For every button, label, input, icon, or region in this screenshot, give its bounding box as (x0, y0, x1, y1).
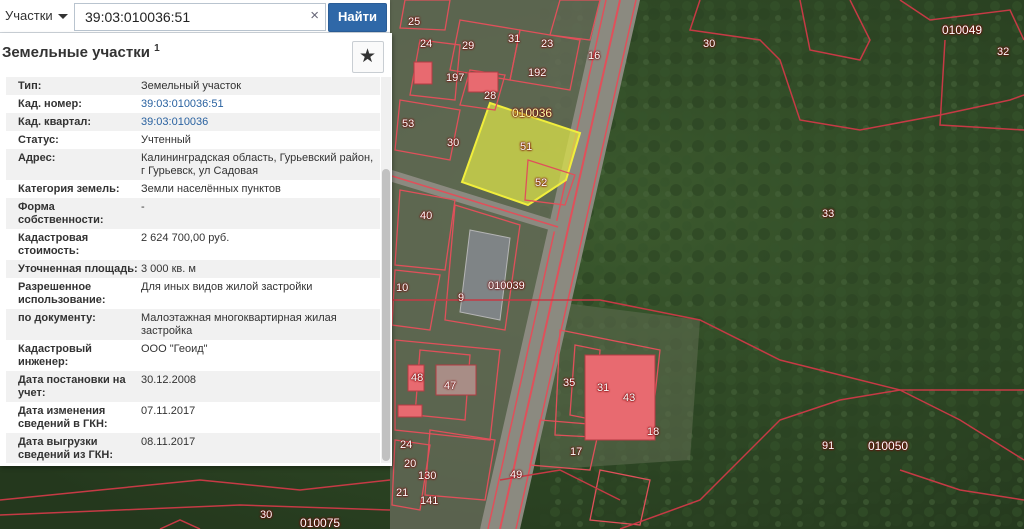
attribute-table: Тип: Земельный участок Кад. номер: 39:03… (6, 77, 380, 463)
row-label: Уточненная площадь: (18, 263, 138, 275)
table-row: Тип: Земельный участок (6, 77, 380, 95)
row-label: Адрес: (18, 152, 56, 164)
cadastral-number-link[interactable]: 39:03:010036:51 (139, 98, 380, 111)
row-label: Кадастровый инженер: (18, 343, 92, 368)
table-row: по документу: Малоэтажная многоквартирна… (6, 309, 380, 340)
row-label: Разрешенное использование: (18, 281, 106, 306)
row-value: 2 624 700,00 руб. (141, 232, 230, 244)
search-input[interactable] (83, 6, 297, 28)
table-row: Категория земель: Земли населённых пункт… (6, 180, 380, 198)
row-label: Дата постановки на учет: (18, 374, 126, 399)
panel-title-text: Земельные участки (2, 44, 150, 61)
row-value: Учтенный (141, 134, 191, 146)
row-value: 30.12.2008 (141, 374, 197, 386)
star-icon: ★ (359, 46, 377, 67)
panel-scrollbar[interactable] (381, 77, 391, 463)
row-label: Категория земель: (18, 183, 120, 195)
layer-select[interactable]: Участки (2, 4, 73, 28)
clear-icon[interactable]: × (310, 7, 319, 24)
row-label: Кад. квартал: (18, 116, 92, 128)
table-row: Кадастровый инженер: ООО "Геоид" (6, 340, 380, 371)
table-row: Дата выгрузки сведений из ГКН: 08.11.201… (6, 433, 380, 463)
row-label: Форма собственности: (18, 201, 104, 226)
row-label: Кад. номер: (18, 98, 82, 110)
table-row: Кад. номер: 39:03:010036:51 (6, 95, 380, 113)
row-label: Дата изменения сведений в ГКН: (18, 405, 108, 430)
row-value: 07.11.2017 (141, 405, 196, 417)
row-label: по документу: (18, 312, 96, 324)
row-value: ООО "Геоид" (141, 343, 208, 355)
table-row: Уточненная площадь: 3 000 кв. м (6, 260, 380, 278)
table-row: Кад. квартал: 39:03:010036 (6, 113, 380, 131)
result-count: 1 (154, 43, 160, 54)
row-label: Тип: (18, 80, 42, 92)
row-value: - (141, 201, 145, 213)
row-value: Калининградская область, Гурьевский райо… (141, 152, 374, 177)
row-value: Земли населённых пунктов (141, 183, 281, 195)
row-value: Для иных видов жилой застройки (141, 281, 313, 293)
cadastral-quarter-link[interactable]: 39:03:010036 (139, 116, 380, 129)
table-row: Кадастровая стоимость: 2 624 700,00 руб. (6, 229, 380, 260)
table-row: Статус: Учтенный (6, 131, 380, 149)
row-label: Дата выгрузки сведений из ГКН: (18, 436, 114, 461)
favorite-button[interactable]: ★ (352, 41, 384, 73)
find-button[interactable]: Найти (328, 3, 387, 32)
row-value: 3 000 кв. м (141, 263, 196, 275)
parcel-info-panel: Земельные участки 1 ★ Тип: Земельный уча… (0, 33, 392, 466)
search-field: × (74, 3, 326, 31)
table-row: Дата постановки на учет: 30.12.2008 (6, 371, 380, 402)
table-row: Дата изменения сведений в ГКН: 07.11.201… (6, 402, 380, 433)
table-row: Адрес: Калининградская область, Гурьевск… (6, 149, 380, 180)
row-label: Кадастровая стоимость: (18, 232, 89, 257)
layer-select-label: Участки (5, 8, 53, 23)
search-bar: Участки × Найти (0, 0, 390, 33)
scrollbar-thumb[interactable] (382, 169, 390, 461)
row-value: 08.11.2017 (141, 436, 196, 448)
row-value: Малоэтажная многоквартирная жилая застро… (141, 312, 337, 337)
table-row: Разрешенное использование: Для иных видо… (6, 278, 380, 309)
panel-title: Земельные участки 1 (2, 43, 160, 61)
row-label: Статус: (18, 134, 59, 146)
chevron-down-icon (58, 14, 68, 19)
row-value: Земельный участок (141, 80, 242, 92)
table-row: Форма собственности: - (6, 198, 380, 229)
